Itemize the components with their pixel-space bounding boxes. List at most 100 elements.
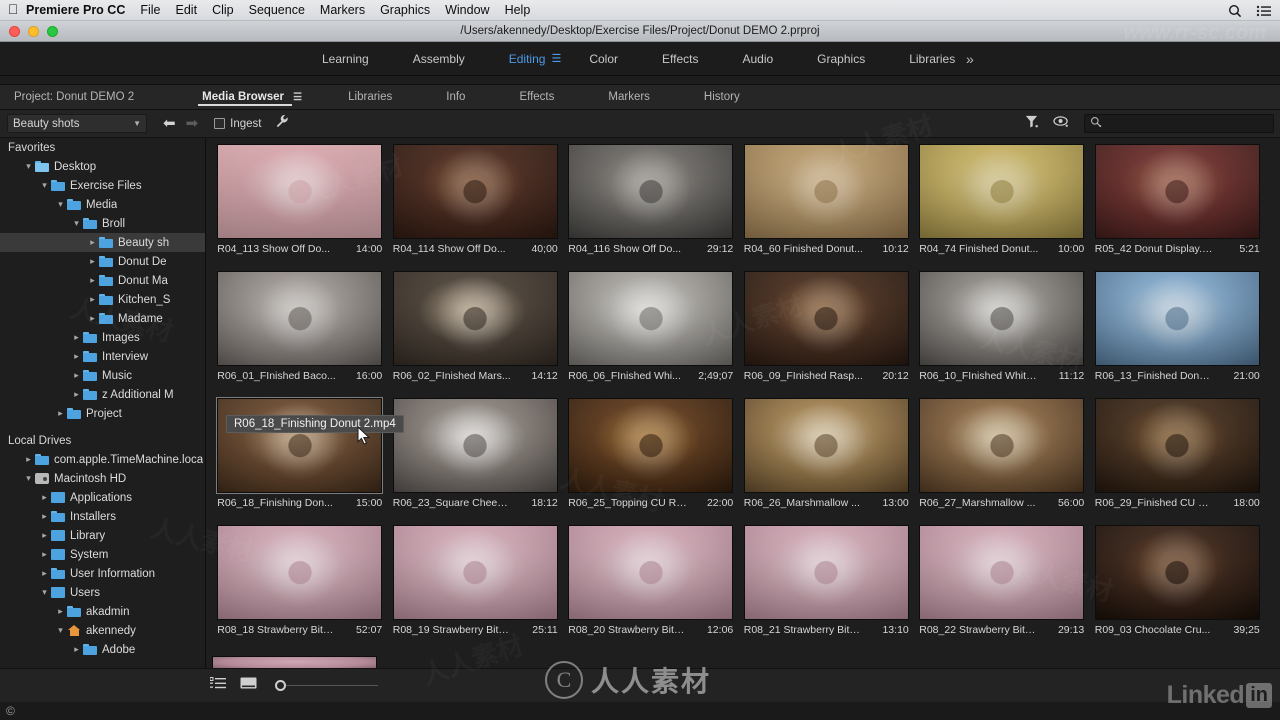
tree-item-desktop[interactable]: ▾Desktop bbox=[0, 157, 205, 176]
media-item[interactable]: R06_27_Marshmallow ...56:00 bbox=[914, 398, 1090, 525]
media-thumbnail[interactable] bbox=[568, 144, 733, 239]
workspace-tab-libraries[interactable]: Libraries bbox=[887, 48, 977, 70]
tree-item-system[interactable]: ▸System bbox=[0, 545, 205, 564]
tab-effects[interactable]: Effects bbox=[505, 91, 568, 103]
workspace-tab-effects[interactable]: Effects bbox=[640, 48, 720, 70]
tree-item-broll[interactable]: ▾Broll bbox=[0, 214, 205, 233]
tree-item-project[interactable]: ▸Project bbox=[0, 404, 205, 423]
hidden-files-eye-icon[interactable] bbox=[1053, 115, 1070, 133]
media-thumbnail[interactable] bbox=[919, 398, 1084, 493]
chevron-right-icon[interactable]: ▸ bbox=[38, 492, 51, 503]
view-selector-dropdown[interactable]: Beauty shots ▼ bbox=[7, 114, 147, 133]
chevron-right-icon[interactable]: ▸ bbox=[54, 408, 67, 419]
chevron-right-icon[interactable]: ▸ bbox=[38, 568, 51, 579]
tree-item-users[interactable]: ▾Users bbox=[0, 583, 205, 602]
tree-item-images[interactable]: ▸Images bbox=[0, 328, 205, 347]
ingest-checkbox[interactable]: Ingest bbox=[214, 118, 261, 130]
workspace-tab-color[interactable]: Color bbox=[567, 48, 640, 70]
media-thumbnail[interactable] bbox=[217, 271, 382, 366]
tab-media-browser[interactable]: Media Browser ☰ bbox=[188, 91, 316, 103]
thumbnail-view-icon[interactable] bbox=[240, 677, 257, 695]
tab-project[interactable]: Project: Donut DEMO 2 bbox=[0, 91, 148, 103]
chevron-right-icon[interactable]: ▸ bbox=[86, 313, 99, 324]
workspace-tab-learning[interactable]: Learning bbox=[300, 48, 391, 70]
chevron-down-icon[interactable]: ▾ bbox=[70, 218, 83, 229]
menu-item-window[interactable]: Window bbox=[445, 3, 489, 17]
chevron-right-icon[interactable]: ▸ bbox=[70, 370, 83, 381]
back-arrow-icon[interactable]: ⬅ bbox=[163, 116, 176, 131]
media-item[interactable]: R08_20 Strawberry Bite...12:06 bbox=[563, 525, 739, 652]
media-item[interactable]: R04_60 Finished Donut...10:12 bbox=[739, 144, 915, 271]
media-item[interactable]: R06_13_Finished Donut...21:00 bbox=[1090, 271, 1266, 398]
menu-item-clip[interactable]: Clip bbox=[212, 3, 234, 17]
tree-item-com-apple-timemachine-loca[interactable]: ▸com.apple.TimeMachine.loca bbox=[0, 450, 205, 469]
media-thumbnail[interactable] bbox=[1095, 398, 1260, 493]
media-browser-content[interactable]: R04_113 Show Off Do...14:00R04_114 Show … bbox=[207, 138, 1280, 668]
media-item[interactable]: R09_03 Chocolate Cru...39;25 bbox=[1090, 525, 1266, 652]
tree-item-kitchen-s[interactable]: ▸Kitchen_S bbox=[0, 290, 205, 309]
chevron-down-icon[interactable]: ▾ bbox=[22, 161, 35, 172]
filter-icon[interactable] bbox=[1024, 114, 1039, 134]
tree-item-akadmin[interactable]: ▸akadmin bbox=[0, 602, 205, 621]
chevron-down-icon[interactable]: ▾ bbox=[54, 625, 67, 636]
tree-item-library[interactable]: ▸Library bbox=[0, 526, 205, 545]
media-thumbnail[interactable] bbox=[217, 525, 382, 620]
media-item[interactable]: R06_09_FInished Rasp...20:12 bbox=[739, 271, 915, 398]
tree-item-adobe[interactable]: ▸Adobe bbox=[0, 640, 205, 659]
media-thumbnail[interactable] bbox=[393, 525, 558, 620]
media-item[interactable]: R08_19 Strawberry Bite...25:11 bbox=[388, 525, 564, 652]
media-item[interactable]: R06_06_FInished Whi...2;49;07 bbox=[563, 271, 739, 398]
media-thumbnail[interactable] bbox=[919, 525, 1084, 620]
media-item[interactable]: R06_02_FInished Mars...14:12 bbox=[388, 271, 564, 398]
media-item[interactable]: R04_116 Show Off Do...29:12 bbox=[563, 144, 739, 271]
tree-item-exercise-files[interactable]: ▾Exercise Files bbox=[0, 176, 205, 195]
menu-item-sequence[interactable]: Sequence bbox=[249, 3, 305, 17]
chevron-down-icon[interactable]: ▾ bbox=[54, 199, 67, 210]
menu-item-markers[interactable]: Markers bbox=[320, 3, 365, 17]
tab-history[interactable]: History bbox=[690, 91, 754, 103]
tree-item-z-additional-m[interactable]: ▸z Additional M bbox=[0, 385, 205, 404]
chevron-right-icon[interactable]: ▸ bbox=[38, 530, 51, 541]
media-thumbnail[interactable] bbox=[393, 398, 558, 493]
media-thumbnail[interactable] bbox=[744, 144, 909, 239]
media-thumbnail[interactable] bbox=[744, 398, 909, 493]
workspace-tab-assembly[interactable]: Assembly bbox=[391, 48, 487, 70]
media-item[interactable]: R06_29_Finished CU Cr...18:00 bbox=[1090, 398, 1266, 525]
chevron-right-icon[interactable]: ▸ bbox=[70, 644, 83, 655]
tree-item-applications[interactable]: ▸Applications bbox=[0, 488, 205, 507]
tree-item-user-information[interactable]: ▸User Information bbox=[0, 564, 205, 583]
zoom-slider-track[interactable] bbox=[286, 685, 378, 686]
media-thumbnail[interactable] bbox=[217, 144, 382, 239]
chevron-down-icon[interactable]: ▾ bbox=[22, 473, 35, 484]
tree-item-interview[interactable]: ▸Interview bbox=[0, 347, 205, 366]
media-item[interactable]: R08_22 Strawberry Bite...29:13 bbox=[914, 525, 1090, 652]
tree-item-akennedy[interactable]: ▾akennedy bbox=[0, 621, 205, 640]
media-thumbnail[interactable] bbox=[393, 271, 558, 366]
tree-item-donut-ma[interactable]: ▸Donut Ma bbox=[0, 271, 205, 290]
media-item[interactable]: R06_01_FInished Baco...16:00 bbox=[212, 271, 388, 398]
zoom-slider-knob[interactable] bbox=[275, 680, 286, 691]
media-thumbnail[interactable] bbox=[568, 398, 733, 493]
media-item[interactable]: R04_114 Show Off Do...40;00 bbox=[388, 144, 564, 271]
forward-arrow-icon[interactable]: ➡ bbox=[186, 116, 199, 131]
media-thumbnail[interactable] bbox=[1095, 525, 1260, 620]
tree-item-donut-de[interactable]: ▸Donut De bbox=[0, 252, 205, 271]
tree-item-beauty-sh[interactable]: ▸Beauty sh bbox=[0, 233, 205, 252]
media-thumbnail[interactable] bbox=[919, 271, 1084, 366]
chevron-right-icon[interactable]: ▸ bbox=[70, 389, 83, 400]
tab-info[interactable]: Info bbox=[432, 91, 479, 103]
chevron-right-icon[interactable]: ▸ bbox=[86, 294, 99, 305]
workspace-menu-icon[interactable]: ☰ bbox=[551, 52, 561, 65]
media-thumbnail[interactable] bbox=[744, 525, 909, 620]
media-thumbnail[interactable] bbox=[568, 271, 733, 366]
tree-item-macintosh-hd[interactable]: ▾Macintosh HD bbox=[0, 469, 205, 488]
media-thumbnail[interactable] bbox=[919, 144, 1084, 239]
media-item[interactable]: R05_42 Donut Display.m...5:21 bbox=[1090, 144, 1266, 271]
media-thumbnail[interactable] bbox=[1095, 144, 1260, 239]
search-field[interactable] bbox=[1084, 114, 1274, 133]
tree-item-music[interactable]: ▸Music bbox=[0, 366, 205, 385]
menu-item-file[interactable]: File bbox=[140, 3, 160, 17]
apple-logo-icon[interactable]:  bbox=[0, 2, 26, 18]
media-item[interactable]: R04_74 Finished Donut...10:00 bbox=[914, 144, 1090, 271]
media-item[interactable]: R04_113 Show Off Do...14:00 bbox=[212, 144, 388, 271]
